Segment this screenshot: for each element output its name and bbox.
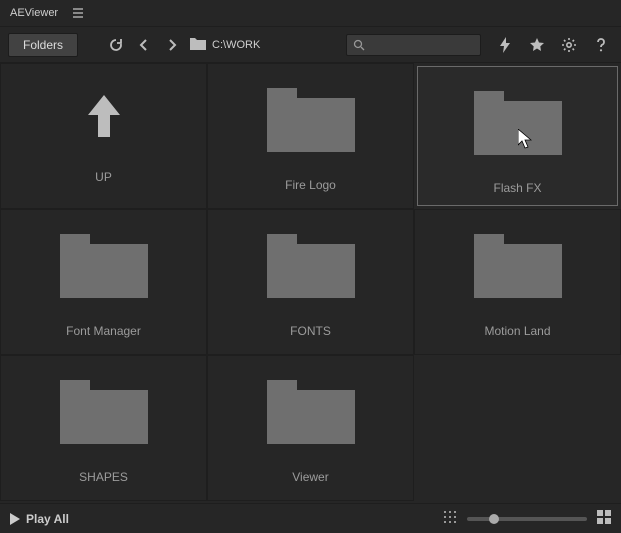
gear-icon[interactable] [557, 33, 581, 57]
lightning-icon[interactable] [493, 33, 517, 57]
folder-icon [60, 380, 148, 444]
back-icon[interactable] [132, 33, 156, 57]
search-input[interactable] [369, 39, 474, 51]
item-label: Motion Land [484, 324, 550, 338]
folder-item[interactable]: Motion Land [414, 209, 621, 355]
up-arrow-icon [80, 88, 128, 144]
toolbar: Folders C:\WORK [0, 27, 621, 63]
item-label: FONTS [290, 324, 331, 338]
refresh-icon[interactable] [104, 33, 128, 57]
folder-item[interactable]: Flash FX [417, 66, 618, 206]
folder-icon [60, 234, 148, 298]
zoom-slider-thumb[interactable] [489, 514, 499, 524]
path-text: C:\WORK [212, 39, 260, 51]
path-display[interactable]: C:\WORK [190, 36, 260, 53]
folder-grid: UP Fire Logo Flash FX Font Manager FONTS Moti… [0, 63, 621, 503]
zoom-slider[interactable] [467, 517, 587, 521]
play-all-label: Play All [26, 512, 69, 526]
item-label: Font Manager [66, 324, 141, 338]
star-icon[interactable] [525, 33, 549, 57]
play-icon [10, 513, 20, 525]
folder-icon [267, 88, 355, 152]
folder-item[interactable]: SHAPES [0, 355, 207, 501]
titlebar: AEViewer [0, 0, 621, 26]
app-title: AEViewer [10, 7, 58, 19]
folder-icon [190, 36, 206, 53]
search-icon [353, 39, 365, 51]
folder-icon [474, 91, 562, 155]
search-box[interactable] [346, 34, 481, 56]
item-label: Fire Logo [285, 178, 336, 192]
help-icon[interactable] [589, 33, 613, 57]
up-folder-item[interactable]: UP [0, 63, 207, 209]
forward-icon[interactable] [160, 33, 184, 57]
list-view-icon[interactable] [443, 510, 457, 527]
folder-item[interactable]: Font Manager [0, 209, 207, 355]
folder-icon [267, 380, 355, 444]
item-label: Viewer [292, 470, 328, 484]
item-label: SHAPES [79, 470, 128, 484]
play-all-button[interactable]: Play All [10, 512, 69, 526]
grid-view-icon[interactable] [597, 510, 611, 527]
folder-item[interactable]: Fire Logo [207, 63, 414, 209]
folder-item[interactable]: FONTS [207, 209, 414, 355]
folders-button[interactable]: Folders [8, 33, 78, 57]
menu-icon[interactable] [66, 1, 90, 25]
folder-item[interactable]: Viewer [207, 355, 414, 501]
item-label: UP [95, 170, 112, 184]
item-label: Flash FX [493, 181, 541, 195]
folder-icon [474, 234, 562, 298]
footer: Play All [0, 503, 621, 533]
folder-icon [267, 234, 355, 298]
